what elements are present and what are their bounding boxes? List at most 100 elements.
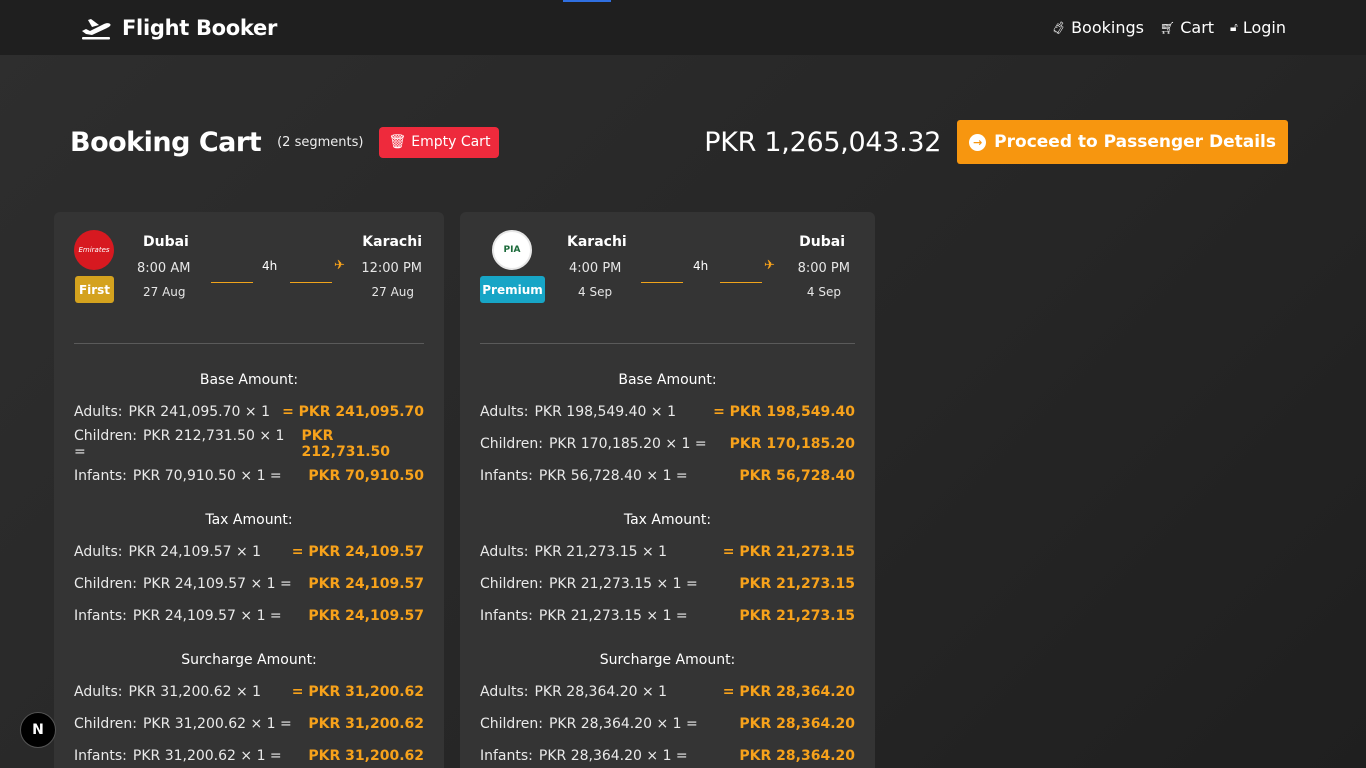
- nav-link-label: Bookings: [1071, 18, 1144, 37]
- nav-link-cart[interactable]: 🛒︎ Cart: [1160, 18, 1214, 37]
- fare-total: = PKR 241,095.70: [282, 404, 424, 420]
- fare-row: Adults: PKR 241,095.70 × 1 = PKR 241,095.7…: [74, 396, 424, 428]
- route-line: [720, 282, 762, 283]
- fare-total: PKR 28,364.20: [739, 716, 855, 732]
- route-line: [290, 282, 332, 283]
- fare-row: Children: PKR 31,200.62 × 1 = PKR 31,200.6…: [74, 708, 424, 740]
- passenger-type: Children:: [74, 428, 137, 444]
- airline-logo: PIA: [492, 230, 532, 270]
- nav-link-bookings[interactable]: 🧳︎ Bookings: [1051, 18, 1144, 37]
- fare-total: = PKR 198,549.40: [713, 404, 855, 420]
- fare-calc: PKR 241,095.70 × 1: [128, 404, 270, 420]
- tax-amount-title: Tax Amount:: [623, 512, 712, 528]
- fare-calc: PKR 21,273.15 × 1: [534, 544, 668, 560]
- fare-total: PKR 31,200.62: [308, 748, 424, 764]
- fare-total: PKR 24,109.57: [308, 576, 424, 592]
- fare-calc: PKR 28,364.20 × 1 =: [548, 716, 698, 732]
- proceed-button[interactable]: → Proceed to Passenger Details: [957, 120, 1288, 164]
- fare-row: Infants: PKR 31,200.62 × 1 = PKR 31,200.62: [74, 740, 424, 768]
- departure-date: 4 Sep: [578, 285, 613, 299]
- passenger-type: Adults:: [480, 404, 529, 420]
- fare-row: Infants: PKR 56,728.40 × 1 = PKR 56,728.40: [480, 460, 855, 492]
- passenger-type: Infants:: [480, 608, 533, 624]
- passenger-type: Adults:: [74, 544, 123, 560]
- flight-segment-card: PIA Premium Karachi 4:00 PM 4 Sep 4h ✈ D…: [460, 212, 875, 768]
- fare-calc: PKR 31,200.62 × 1 =: [132, 748, 282, 764]
- top-accent-line: [563, 0, 611, 2]
- passenger-type: Infants:: [74, 748, 127, 764]
- tax-amount-rows: Adults: PKR 21,273.15 × 1 = PKR 21,273.15 …: [480, 536, 855, 632]
- passenger-type: Infants:: [74, 608, 127, 624]
- fare-row: Children: PKR 170,185.20 × 1 = PKR 170,185…: [480, 428, 855, 460]
- brand-title: Flight Booker: [122, 15, 278, 40]
- fare-row: Children: PKR 28,364.20 × 1 = PKR 28,364.2…: [480, 708, 855, 740]
- fare-total: PKR 70,910.50: [308, 468, 424, 484]
- cart-icon: 🛒︎: [1159, 20, 1176, 35]
- passenger-type: Adults:: [480, 544, 529, 560]
- fare-total: = PKR 24,109.57: [291, 544, 424, 560]
- origin-city: Dubai: [143, 234, 189, 250]
- arrival-time: 12:00 PM: [361, 261, 422, 276]
- nav-link-login[interactable]: 🔓︎ Login: [1230, 18, 1286, 37]
- fare-row: Infants: PKR 70,910.50 × 1 = PKR 70,910.50: [74, 460, 424, 492]
- fare-row: Adults: PKR 198,549.40 × 1 = PKR 198,549.4…: [480, 396, 855, 428]
- base-amount-rows: Adults: PKR 198,549.40 × 1 = PKR 198,549.4…: [480, 396, 855, 492]
- flight-summary: PIA Premium Karachi 4:00 PM 4 Sep 4h ✈ D…: [480, 228, 855, 344]
- passenger-type: Children:: [480, 716, 543, 732]
- empty-cart-label: Empty Cart: [411, 134, 491, 150]
- flight-summary: Emirates First Dubai 8:00 AM 27 Aug 4h ✈…: [74, 228, 424, 344]
- fare-total: = PKR 21,273.15: [722, 544, 855, 560]
- fare-row: Infants: PKR 21,273.15 × 1 = PKR 21,273.15: [480, 600, 855, 632]
- base-amount-title: Base Amount:: [199, 372, 299, 388]
- nav-link-label: Login: [1242, 18, 1286, 37]
- brand[interactable]: Flight Booker: [80, 16, 277, 40]
- surcharge-amount-title: Surcharge Amount:: [181, 652, 317, 668]
- passenger-type: Children:: [74, 716, 137, 732]
- fare-total: PKR 21,273.15: [739, 576, 855, 592]
- fare-total: PKR 170,185.20: [729, 436, 855, 452]
- surcharge-amount-rows: Adults: PKR 31,200.62 × 1 = PKR 31,200.62 …: [74, 676, 424, 768]
- fare-calc: PKR 24,109.57 × 1 =: [142, 576, 292, 592]
- passenger-type: Adults:: [74, 684, 123, 700]
- passenger-type: Children:: [74, 576, 137, 592]
- fare-calc: PKR 56,728.40 × 1 =: [538, 468, 688, 484]
- fare-calc: PKR 170,185.20 × 1 =: [548, 436, 707, 452]
- proceed-label: Proceed to Passenger Details: [994, 132, 1276, 152]
- cabin-badge: Premium: [480, 276, 545, 303]
- base-amount-title: Base Amount:: [618, 372, 717, 388]
- fare-total: PKR 28,364.20: [739, 748, 855, 764]
- airline-logo: Emirates: [74, 230, 114, 270]
- fare-row: Children: PKR 212,731.50 × 1 = PKR 212,731…: [74, 428, 424, 460]
- segment-count: (2 segments): [277, 134, 364, 150]
- fare-calc: PKR 31,200.62 × 1 =: [142, 716, 292, 732]
- cart-header: Booking Cart (2 segments) 🗑︎ Empty Cart …: [70, 120, 1288, 164]
- passenger-type: Children:: [480, 436, 543, 452]
- trash-icon: 🗑︎: [388, 134, 407, 150]
- dev-tools-badge[interactable]: N: [20, 712, 56, 748]
- route-line: [641, 282, 683, 283]
- fare-total: PKR 56,728.40: [739, 468, 855, 484]
- fare-row: Adults: PKR 21,273.15 × 1 = PKR 21,273.15: [480, 536, 855, 568]
- destination-city: Dubai: [799, 234, 845, 250]
- origin-city: Karachi: [567, 234, 627, 250]
- passenger-type: Infants:: [74, 468, 127, 484]
- fare-calc: PKR 24,109.57 × 1: [128, 544, 262, 560]
- fare-calc: PKR 21,273.15 × 1 =: [548, 576, 698, 592]
- passenger-type: Infants:: [480, 468, 533, 484]
- plane-takeoff-icon: [82, 18, 111, 39]
- cabin-badge: First: [75, 276, 114, 303]
- destination-city: Karachi: [362, 234, 422, 250]
- cart-total: PKR 1,265,043.32: [704, 126, 942, 158]
- arrival-date: 4 Sep: [806, 285, 841, 299]
- base-amount-rows: Adults: PKR 241,095.70 × 1 = PKR 241,095.7…: [74, 396, 424, 492]
- empty-cart-button[interactable]: 🗑︎ Empty Cart: [379, 126, 500, 158]
- fare-row: Infants: PKR 24,109.57 × 1 = PKR 24,109.57: [74, 600, 424, 632]
- fare-total: = PKR 31,200.62: [291, 684, 424, 700]
- departure-time: 4:00 PM: [569, 261, 622, 276]
- suitcase-icon: 🧳︎: [1050, 20, 1067, 35]
- flight-segment-card: Emirates First Dubai 8:00 AM 27 Aug 4h ✈…: [54, 212, 444, 768]
- passenger-type: Infants:: [480, 748, 533, 764]
- passenger-type: Children:: [480, 576, 543, 592]
- fare-total: PKR 212,731.50: [301, 428, 391, 460]
- fare-total: PKR 31,200.62: [308, 716, 424, 732]
